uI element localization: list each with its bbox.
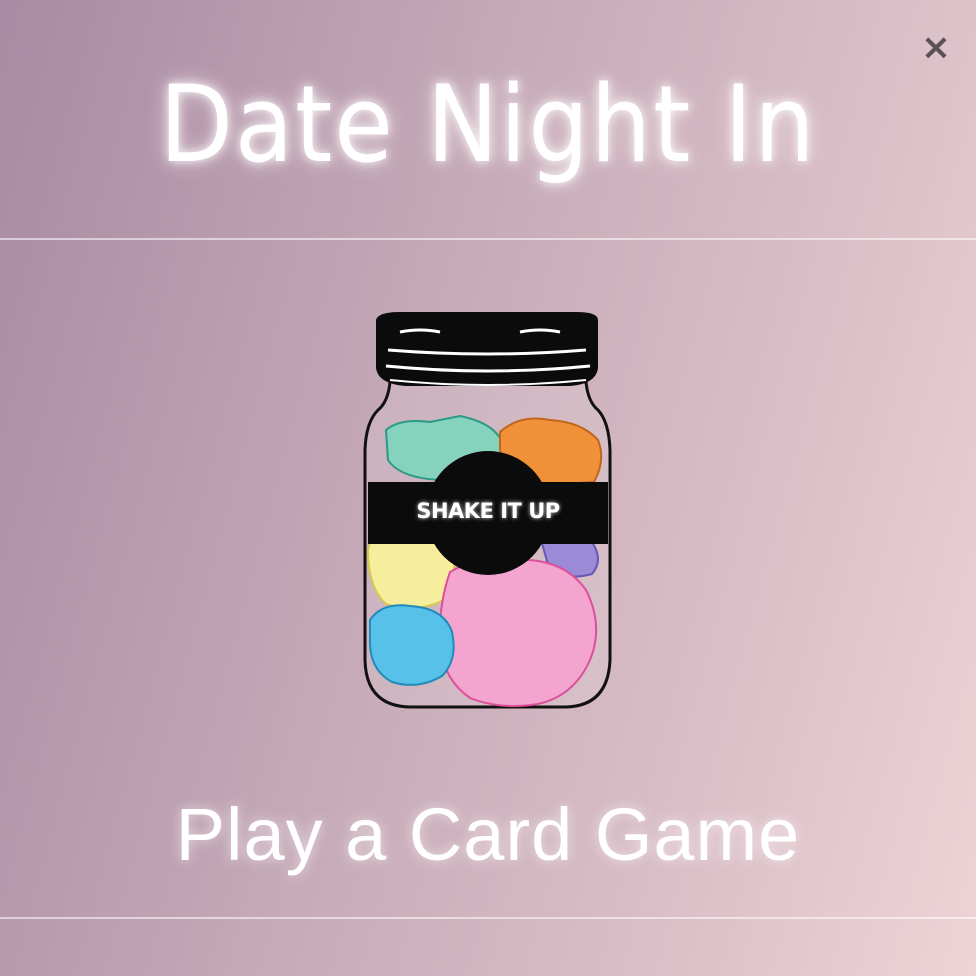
play-card-game-link[interactable]: Play a Card Game	[0, 790, 976, 880]
jar-lid	[376, 312, 598, 386]
shake-it-up-button[interactable]	[370, 455, 604, 573]
top-divider	[0, 238, 976, 240]
close-icon[interactable]: ×	[918, 30, 954, 66]
paper-pink	[438, 557, 598, 707]
paper-blue	[369, 604, 455, 686]
page-title: Date Night In	[159, 63, 817, 186]
bottom-divider	[0, 917, 976, 919]
shake-jar[interactable]: SHAKE IT UP	[360, 310, 616, 714]
